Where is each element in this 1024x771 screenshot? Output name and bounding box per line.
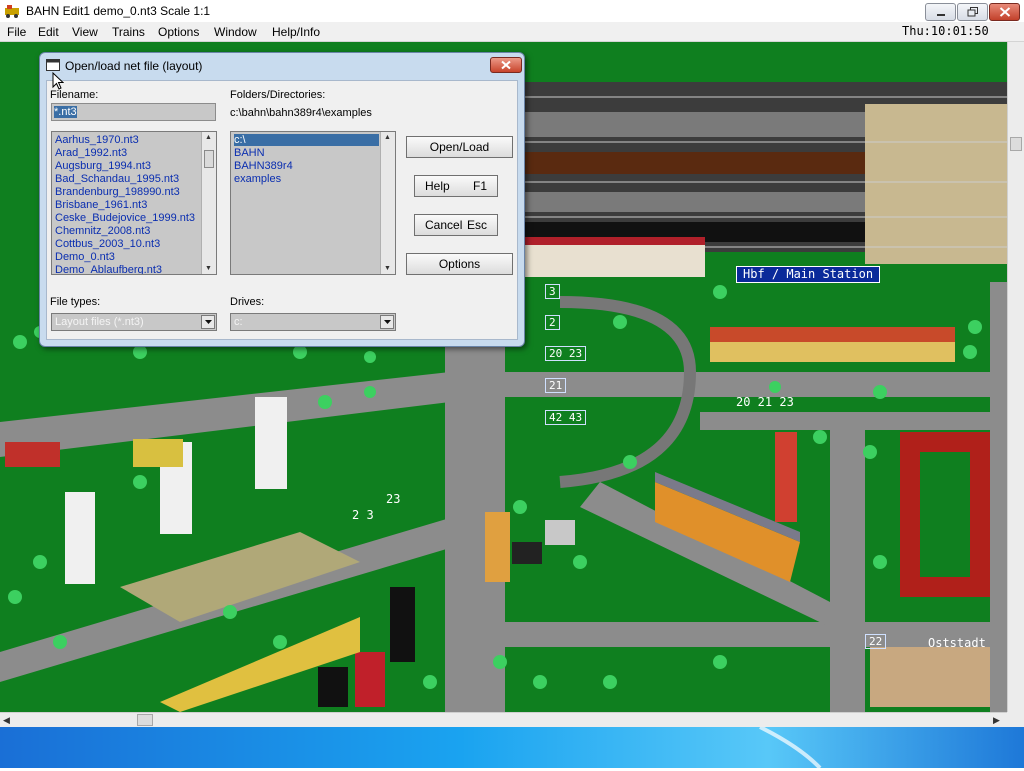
- dialog-title: Open/load net file (layout): [65, 59, 203, 73]
- file-list-item[interactable]: Augsburg_1994.nt3: [55, 160, 151, 172]
- taskbar-decoration: [759, 725, 822, 770]
- route-label-2-3: 2 3: [352, 508, 374, 522]
- horizontal-scrollbar[interactable]: ◀ ▶: [0, 712, 1007, 727]
- station-sign: Hbf / Main Station: [736, 266, 881, 283]
- menu-edit[interactable]: Edit: [38, 25, 59, 39]
- file-list-item[interactable]: Brandenburg_198990.nt3: [55, 186, 180, 198]
- menu-file[interactable]: File: [7, 25, 26, 39]
- horizontal-scroll-thumb[interactable]: [137, 714, 153, 726]
- file-list-item[interactable]: Demo_Ablaufberg.nt3: [55, 264, 162, 274]
- file-list[interactable]: Aarhus_1970.nt3 Arad_1992.nt3 Augsburg_1…: [51, 131, 217, 275]
- folder-list-item[interactable]: examples: [234, 173, 281, 185]
- scroll-right-icon[interactable]: ▶: [993, 715, 1000, 726]
- menu-window[interactable]: Window: [214, 25, 257, 39]
- folder-list-item[interactable]: c:\: [234, 134, 379, 146]
- current-path: c:\bahn\bahn389r4\examples: [230, 107, 372, 119]
- help-button[interactable]: Help F1: [414, 175, 498, 197]
- help-button-label: Help: [425, 179, 450, 193]
- file-types-value: Layout files (*.nt3): [55, 316, 144, 328]
- platform-sign-20-23: 20 23: [545, 346, 587, 361]
- taskbar: [0, 725, 1024, 770]
- vertical-scrollbar[interactable]: [1007, 42, 1024, 712]
- close-icon: [501, 60, 511, 70]
- close-icon: [999, 7, 1010, 17]
- dialog-body: Filename: *.nt3 Folders/Directories: c:\…: [46, 80, 518, 340]
- file-list-item[interactable]: Arad_1992.nt3: [55, 147, 127, 159]
- cancel-button-key: Esc: [466, 218, 487, 232]
- file-list-item[interactable]: Aarhus_1970.nt3: [55, 134, 139, 146]
- drives-value: c:: [234, 316, 243, 328]
- folder-list-scrollbar[interactable]: ▲ ▼: [380, 132, 395, 274]
- folders-label: Folders/Directories:: [230, 89, 326, 101]
- scroll-up-icon[interactable]: ▲: [205, 134, 212, 141]
- district-label-oststadt: Oststadt: [928, 636, 986, 650]
- scroll-down-icon[interactable]: ▼: [384, 265, 391, 272]
- vertical-scroll-thumb[interactable]: [1010, 137, 1022, 151]
- folder-list-item[interactable]: BAHN389r4: [234, 160, 293, 172]
- scroll-up-icon[interactable]: ▲: [384, 134, 391, 141]
- scroll-left-icon[interactable]: ◀: [3, 715, 10, 726]
- filename-input[interactable]: *.nt3: [51, 103, 216, 121]
- filename-input-value: *.nt3: [54, 106, 77, 118]
- dialog-window-icon: [46, 59, 60, 71]
- train-app-icon: [5, 5, 19, 18]
- platform-sign-2: 2: [545, 315, 560, 330]
- stop-sign-22: 22: [865, 634, 887, 649]
- file-list-item[interactable]: Bad_Schandau_1995.nt3: [55, 173, 179, 185]
- cancel-button-label: Cancel: [425, 218, 463, 232]
- minimize-button[interactable]: [925, 3, 956, 21]
- platform-sign-42-43: 42 43: [545, 410, 587, 425]
- minimize-icon: [936, 14, 945, 16]
- cancel-button[interactable]: Cancel Esc: [414, 214, 498, 236]
- menu-view[interactable]: View: [72, 25, 98, 39]
- menu-help-info[interactable]: Help/Info: [272, 25, 320, 39]
- scrollbar-corner: [1007, 712, 1024, 727]
- file-list-item[interactable]: Demo_0.nt3: [55, 251, 115, 263]
- file-list-item[interactable]: Chemnitz_2008.nt3: [55, 225, 150, 237]
- open-load-button[interactable]: Open/Load: [406, 136, 513, 158]
- restore-icon: [967, 7, 978, 17]
- menu-options[interactable]: Options: [158, 25, 199, 39]
- menu-trains[interactable]: Trains: [112, 25, 145, 39]
- file-list-item[interactable]: Ceske_Budejovice_1999.nt3: [55, 212, 195, 224]
- file-list-item[interactable]: Cottbus_2003_10.nt3: [55, 238, 160, 250]
- route-label-23: 23: [386, 492, 401, 506]
- file-types-label: File types:: [50, 296, 101, 308]
- title-bar: BAHN Edit1 demo_0.nt3 Scale 1:1: [0, 0, 1024, 22]
- chevron-down-icon[interactable]: [380, 315, 394, 329]
- clock-display: Thu:10:01:50: [902, 24, 989, 38]
- filename-label: Filename:: [50, 89, 99, 101]
- file-list-item[interactable]: Brisbane_1961.nt3: [55, 199, 147, 211]
- help-button-key: F1: [472, 179, 487, 193]
- platform-sign-3: 3: [545, 284, 560, 299]
- file-list-scroll-thumb[interactable]: [204, 150, 214, 168]
- scroll-down-icon[interactable]: ▼: [205, 265, 212, 272]
- dialog-close-button[interactable]: [490, 57, 522, 73]
- open-file-dialog: Open/load net file (layout) Filename: *.…: [39, 52, 525, 347]
- chevron-down-icon[interactable]: [201, 315, 215, 329]
- route-label-20-21-23: 20 21 23: [736, 395, 794, 409]
- drives-select[interactable]: c:: [230, 313, 396, 331]
- options-button[interactable]: Options: [406, 253, 513, 275]
- restore-button[interactable]: [957, 3, 988, 21]
- mouse-pointer-icon: [52, 72, 64, 90]
- folder-list[interactable]: c:\ BAHN BAHN389r4 examples ▲ ▼: [230, 131, 396, 275]
- window-title: BAHN Edit1 demo_0.nt3 Scale 1:1: [26, 4, 211, 18]
- file-types-select[interactable]: Layout files (*.nt3): [51, 313, 217, 331]
- close-button[interactable]: [989, 3, 1020, 21]
- drives-label: Drives:: [230, 296, 265, 308]
- platform-sign-21: 21: [545, 378, 567, 393]
- file-list-scrollbar[interactable]: ▲ ▼: [201, 132, 216, 274]
- menu-bar: File Edit View Trains Options Window Hel…: [0, 22, 1024, 42]
- folder-list-item[interactable]: BAHN: [234, 147, 265, 159]
